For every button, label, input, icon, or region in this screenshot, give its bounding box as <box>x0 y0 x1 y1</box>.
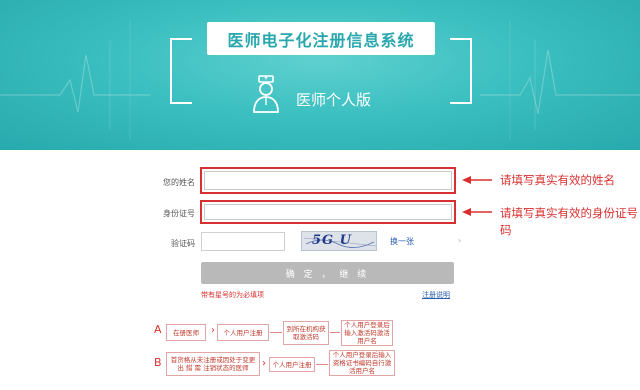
required-hint: 带有星号的为必填项 <box>201 291 264 299</box>
captcha-image[interactable]: 5G U <box>301 231 377 251</box>
flow-row-b-label: B <box>154 356 162 369</box>
flow-separator: › <box>262 358 266 369</box>
arrow-left-icon <box>462 208 492 216</box>
name-annotation: 请填写真实有效的姓名 <box>500 173 615 187</box>
flow-a-step-3: 到所在机构获取激活码 <box>283 321 329 345</box>
arrow-left-icon <box>462 176 492 184</box>
flow-arrow <box>316 364 328 365</box>
flow-row-a-label: A <box>154 323 162 336</box>
id-annotation: 请填写真实有效的身份证号码 <box>500 206 638 237</box>
frame-left <box>170 38 192 104</box>
id-number-input[interactable] <box>200 200 456 224</box>
id-label: 身份证号 <box>163 209 195 218</box>
flow-separator: › <box>211 325 215 336</box>
refresh-captcha-link[interactable]: 换一张 <box>390 236 414 247</box>
captcha-label: 验证码 <box>171 239 195 248</box>
edition-label: 医师个人版 <box>296 91 372 109</box>
frame-right <box>450 38 472 104</box>
captcha-text: 5G U <box>312 233 353 248</box>
flow-a-step-2: 个人用户注册 <box>217 324 269 341</box>
header-banner: 医师电子化注册信息系统 医师个人版 <box>0 0 640 150</box>
captcha-input[interactable] <box>201 232 285 251</box>
chevron-right-icon: › <box>458 236 462 245</box>
flow-b-step-2: 个人用户注册 <box>269 357 315 372</box>
system-title: 医师电子化注册信息系统 <box>207 22 435 55</box>
doctor-icon <box>253 75 279 113</box>
flow-a-step-4: 个人用户登录后输入激活码激活用户名 <box>341 320 393 346</box>
flow-arrow <box>330 332 340 333</box>
flow-b-step-3: 个人用户登录后输入资格证书编码自行激活用户名 <box>329 350 395 376</box>
name-input[interactable] <box>200 167 456 194</box>
flow-a-step-1: 在册医师 <box>166 324 206 341</box>
confirm-continue-button[interactable]: 确 定 ， 继 续 <box>201 262 454 284</box>
registration-help-link[interactable]: 注册说明 <box>422 290 450 300</box>
flow-arrow <box>270 332 282 333</box>
flow-b-step-1: 首货格从未注册或因处于变更出 錯 需 注销状态的医师 <box>166 352 260 376</box>
name-label: 您的姓名 <box>163 178 195 187</box>
